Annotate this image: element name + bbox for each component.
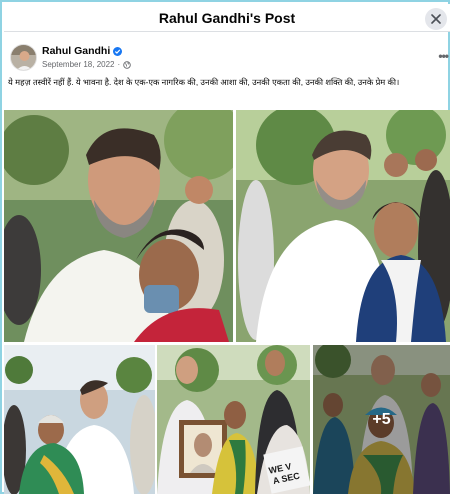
post-header: Rahul Gandhi September 18, 2022 · ••• bbox=[4, 33, 450, 75]
post-caption: ये महज़ तस्वीरें नहीं हैं. ये भावना है. … bbox=[8, 77, 400, 87]
verified-badge-icon bbox=[113, 46, 123, 56]
photo-2[interactable] bbox=[236, 110, 450, 342]
close-icon bbox=[431, 14, 441, 24]
author-name[interactable]: Rahul Gandhi bbox=[42, 45, 110, 57]
more-options-button[interactable]: ••• bbox=[438, 49, 449, 63]
photo-3[interactable] bbox=[4, 345, 155, 494]
dialog-title: Rahul Gandhi's Post bbox=[158, 10, 296, 26]
photo-5[interactable]: +5 bbox=[313, 345, 450, 494]
more-photos-overlay[interactable]: +5 bbox=[313, 345, 450, 494]
dialog-header: Rahul Gandhi's Post bbox=[4, 4, 450, 32]
photo-1[interactable] bbox=[4, 110, 233, 342]
avatar[interactable] bbox=[10, 44, 37, 71]
photo-grid: WE V A SEC +5 bbox=[4, 110, 450, 494]
public-globe-icon bbox=[123, 60, 131, 69]
post-date[interactable]: September 18, 2022 bbox=[42, 60, 115, 69]
photo-4[interactable]: WE V A SEC bbox=[157, 345, 310, 494]
more-photos-count: +5 bbox=[372, 410, 391, 428]
meta-separator: · bbox=[117, 60, 121, 69]
post-viewer-dialog: Rahul Gandhi's Post Rahul Gandhi Septemb… bbox=[0, 0, 450, 494]
close-button[interactable] bbox=[425, 8, 447, 30]
post-author[interactable]: Rahul Gandhi bbox=[42, 45, 123, 57]
post-meta: September 18, 2022 · bbox=[42, 60, 131, 69]
